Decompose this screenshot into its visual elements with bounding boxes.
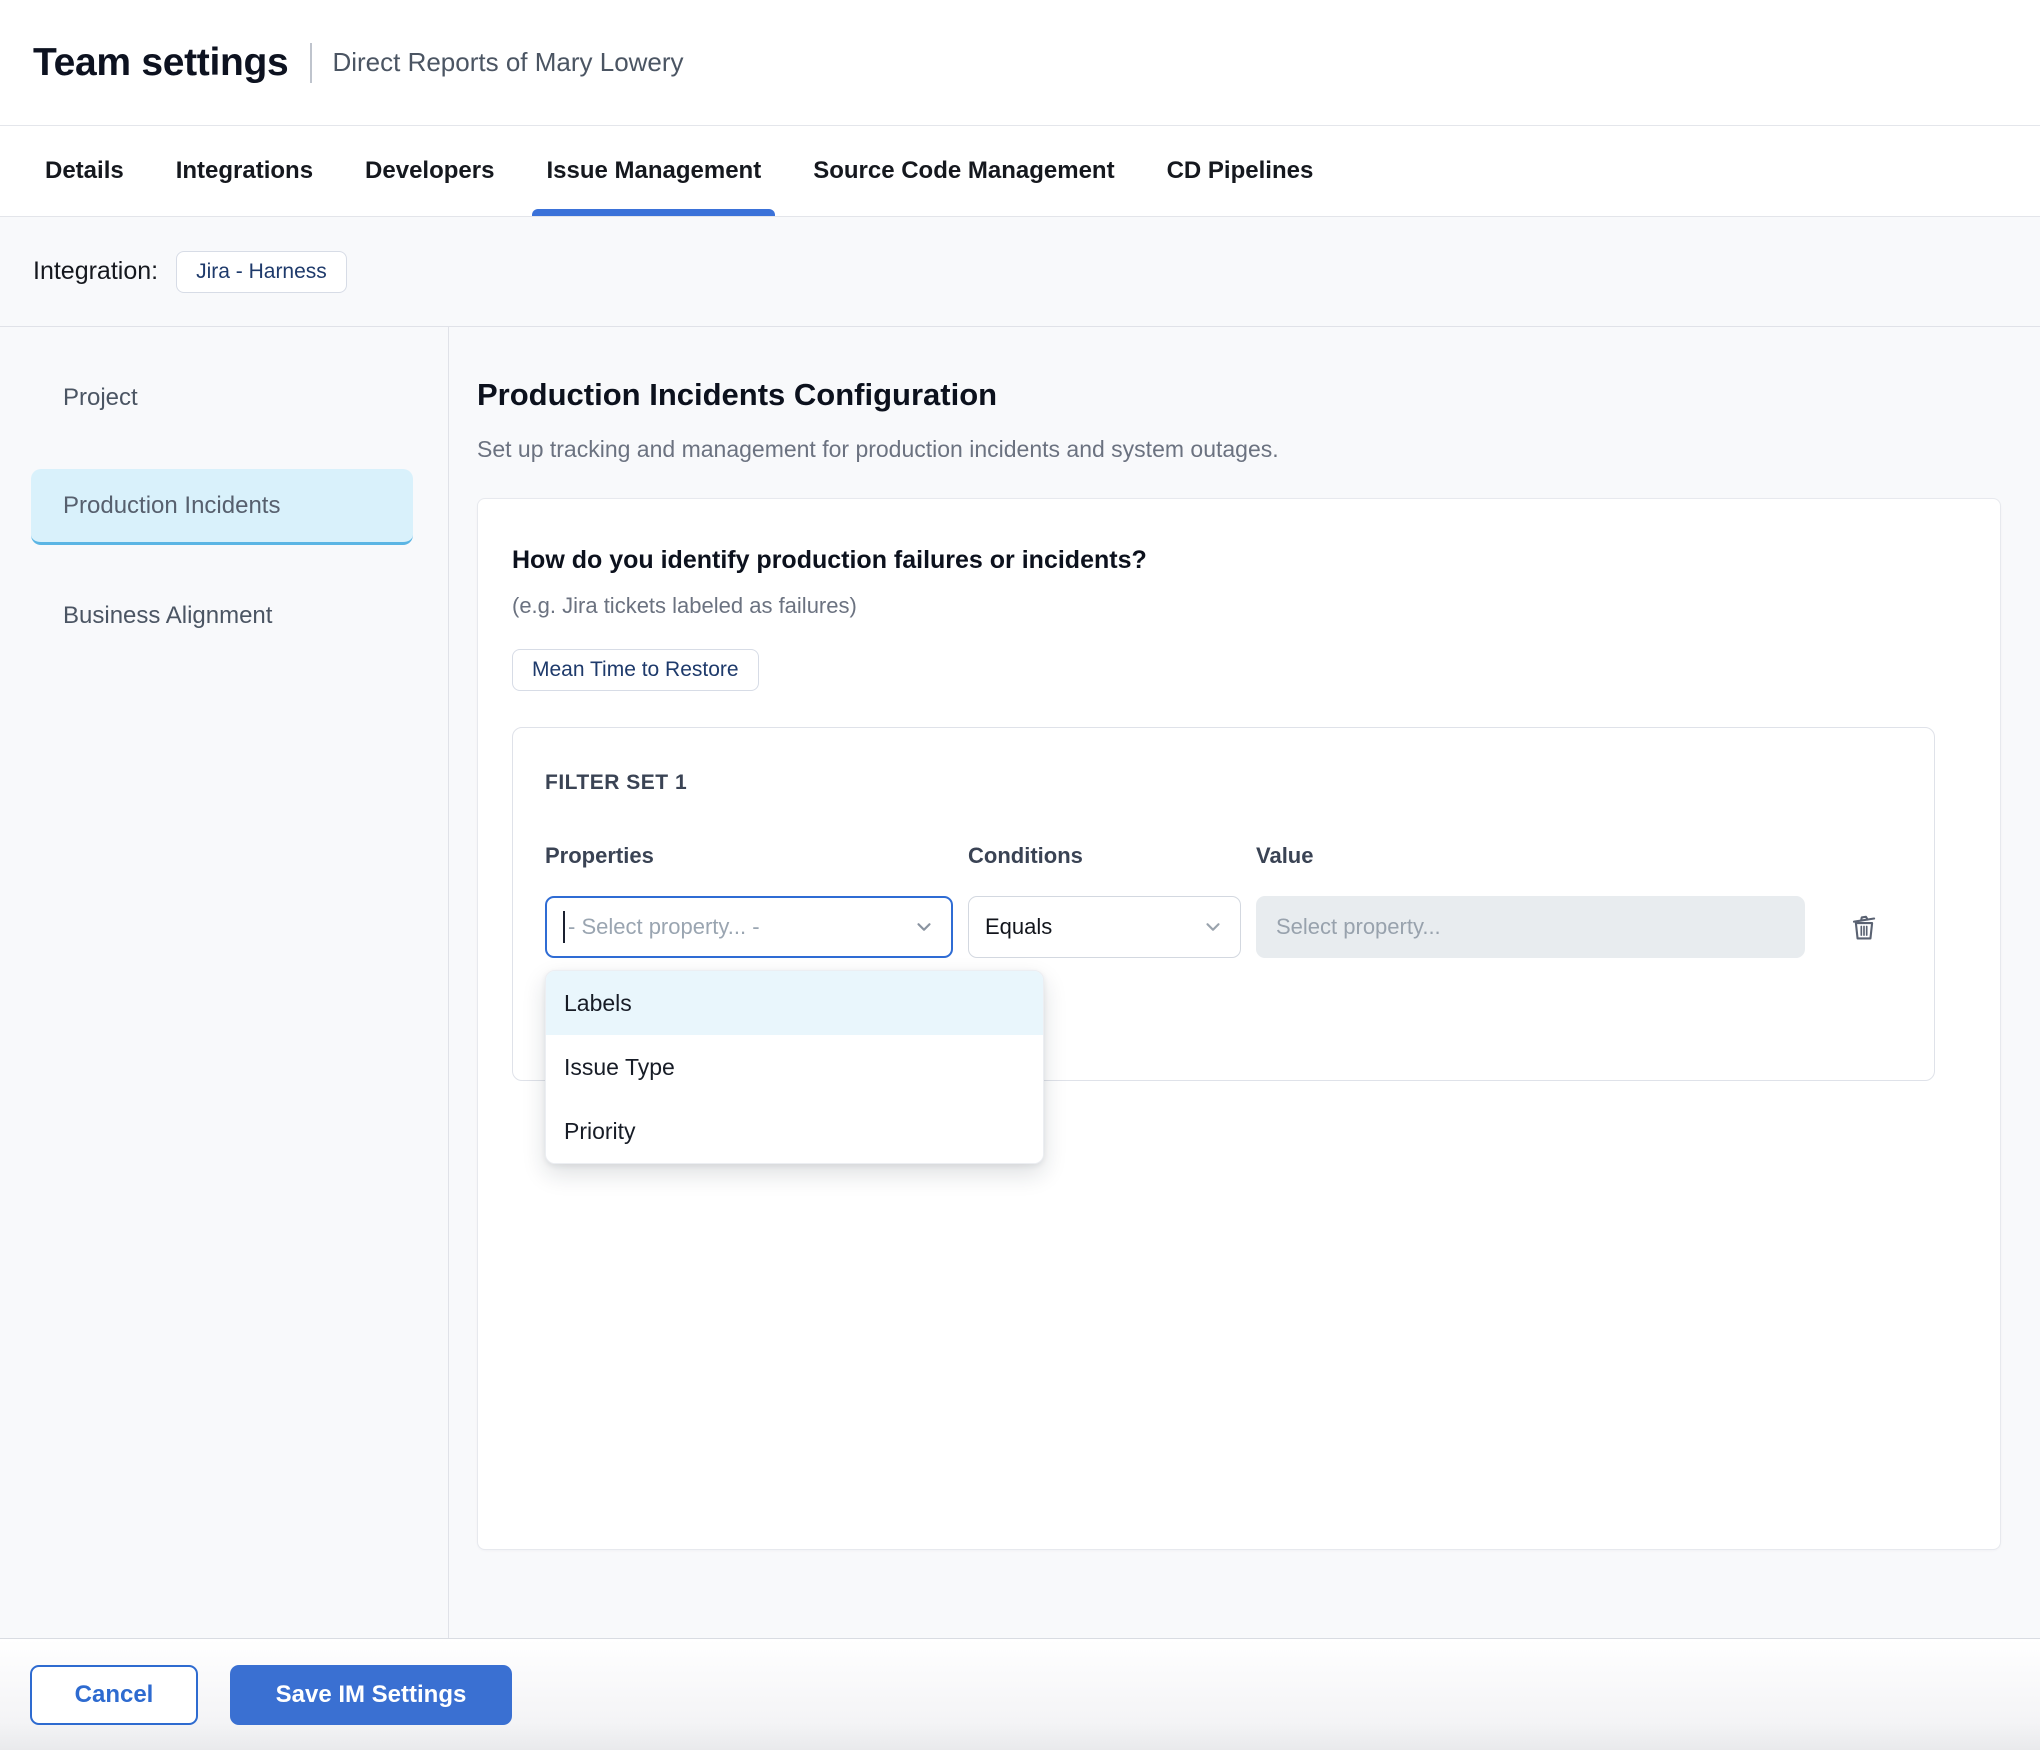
main-panel: Production Incidents Configuration Set u… <box>449 327 2040 1638</box>
question-heading: How do you identify production failures … <box>512 543 1966 577</box>
sidebar-item-production-incidents[interactable]: Production Incidents <box>31 469 413 545</box>
dropdown-option-issue-type[interactable]: Issue Type <box>546 1035 1043 1099</box>
condition-select-value: Equals <box>985 914 1194 940</box>
chevron-down-icon <box>1202 916 1224 938</box>
integration-bar: Integration: Jira - Harness <box>0 217 2040 327</box>
question-hint: (e.g. Jira tickets labeled as failures) <box>512 593 1966 619</box>
tabs-bar: Details Integrations Developers Issue Ma… <box>0 126 2040 217</box>
tab-details[interactable]: Details <box>45 126 124 216</box>
integration-label: Integration: <box>33 257 158 286</box>
section-subtitle: Set up tracking and management for produ… <box>477 435 2002 463</box>
filter-set-title: FILTER SET 1 <box>545 770 1902 796</box>
tab-source-code-management[interactable]: Source Code Management <box>813 126 1114 216</box>
tab-cd-pipelines[interactable]: CD Pipelines <box>1167 126 1314 216</box>
chevron-down-icon <box>913 916 935 938</box>
tab-integrations[interactable]: Integrations <box>176 126 313 216</box>
properties-column-header: Properties <box>545 842 953 870</box>
footer-action-bar: Cancel Save IM Settings <box>0 1638 2040 1750</box>
integration-chip[interactable]: Jira - Harness <box>176 251 347 293</box>
tab-issue-management[interactable]: Issue Management <box>546 126 761 216</box>
trash-icon <box>1846 909 1882 945</box>
delete-filter-button[interactable] <box>1842 905 1886 949</box>
mean-time-to-restore-chip[interactable]: Mean Time to Restore <box>512 649 759 691</box>
settings-sidebar: Project Production Incidents Business Al… <box>0 327 449 1638</box>
filter-set-card: FILTER SET 1 Properties Conditions Value… <box>512 727 1935 1081</box>
cancel-button[interactable]: Cancel <box>30 1665 198 1725</box>
text-cursor <box>563 911 565 943</box>
property-select-placeholder: - Select property... - <box>568 914 905 940</box>
tab-developers[interactable]: Developers <box>365 126 494 216</box>
page-title: Team settings <box>33 41 288 85</box>
filter-controls-row: - Select property... - Equals <box>545 896 1902 958</box>
dropdown-option-labels[interactable]: Labels <box>546 971 1043 1035</box>
content-area: Project Production Incidents Business Al… <box>0 327 2040 1638</box>
value-input[interactable] <box>1256 896 1805 958</box>
condition-select[interactable]: Equals <box>968 896 1241 958</box>
dropdown-option-priority[interactable]: Priority <box>546 1099 1043 1163</box>
property-select[interactable]: - Select property... - <box>545 896 953 958</box>
value-column-header: Value <box>1256 842 1805 870</box>
sidebar-item-project[interactable]: Project <box>31 360 413 436</box>
save-im-settings-button[interactable]: Save IM Settings <box>230 1665 512 1725</box>
section-title: Production Incidents Configuration <box>477 375 2002 415</box>
property-dropdown-menu: Labels Issue Type Priority <box>545 970 1044 1164</box>
page-subtitle: Direct Reports of Mary Lowery <box>332 47 683 78</box>
page-header: Team settings Direct Reports of Mary Low… <box>0 0 2040 126</box>
incidents-config-card: How do you identify production failures … <box>477 498 2001 1550</box>
title-separator <box>310 43 312 83</box>
conditions-column-header: Conditions <box>968 842 1241 870</box>
filter-column-headers: Properties Conditions Value <box>545 842 1902 870</box>
sidebar-item-business-alignment[interactable]: Business Alignment <box>31 578 413 654</box>
